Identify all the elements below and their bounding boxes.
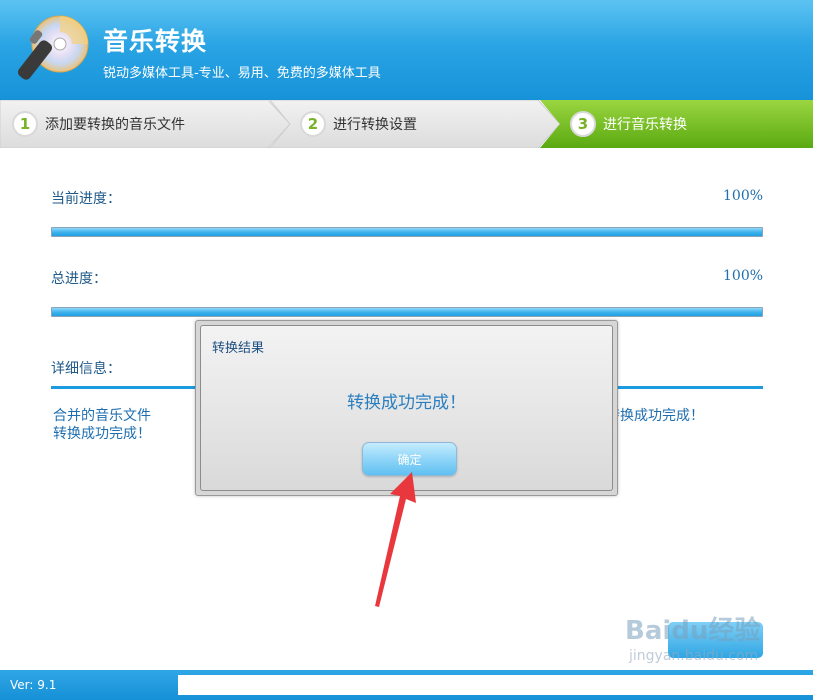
step-1-label: 添加要转换的音乐文件 xyxy=(45,117,185,133)
step-3-active: 3 进行音乐转换 xyxy=(540,100,813,148)
dialog-title: 转换结果 xyxy=(212,341,265,356)
step-1-number: 1 xyxy=(12,111,38,137)
step-2-label: 进行转换设置 xyxy=(333,117,417,133)
app-title: 音乐转换 xyxy=(103,27,208,56)
details-log-right: 转换成功完成！ xyxy=(606,408,704,424)
step-3-label: 进行音乐转换 xyxy=(603,117,687,133)
dialog-message: 转换成功完成！ xyxy=(347,393,466,413)
current-progress-label: 当前进度： xyxy=(51,191,121,207)
step-3-number: 3 xyxy=(570,111,596,137)
dialog-body: 转换结果 转换成功完成！ 确定 xyxy=(200,325,613,491)
step-2-number: 2 xyxy=(300,111,326,137)
app-subtitle: 锐动多媒体工具-专业、易用、免费的多媒体工具 xyxy=(103,66,381,81)
current-progress-fill xyxy=(52,228,762,236)
total-progress-bar xyxy=(51,307,763,317)
step-2: 2 进行转换设置 xyxy=(270,100,560,148)
details-line-1: 合并的音乐文件 xyxy=(53,408,151,424)
app-window: 音乐转换 锐动多媒体工具-专业、易用、免费的多媒体工具 1 添加要转换的音乐文件… xyxy=(0,0,813,700)
step-1: 1 添加要转换的音乐文件 xyxy=(0,100,290,148)
status-field xyxy=(178,675,813,695)
steps-bar: 1 添加要转换的音乐文件 2 进行转换设置 3 进行音乐转换 xyxy=(0,100,813,148)
cd-logo-icon xyxy=(17,15,89,80)
total-progress-value: 100% xyxy=(723,268,764,284)
header: 音乐转换 锐动多媒体工具-专业、易用、免费的多媒体工具 xyxy=(0,0,813,100)
watermark-text: Baidu经验 xyxy=(625,616,761,646)
current-progress-value: 100% xyxy=(723,188,764,204)
watermark-url: jingyan.baidu.com xyxy=(629,648,759,664)
version-label: Ver: 9.1 xyxy=(10,678,57,692)
status-bar: Ver: 9.1 xyxy=(0,670,813,700)
details-line-2: 转换成功完成！ xyxy=(53,426,151,442)
baidu-watermark: Baidu经验 jingyan.baidu.com xyxy=(625,610,785,670)
details-log-left[interactable]: 合并的音乐文件 转换成功完成！ xyxy=(53,407,151,443)
red-arrow-annotation xyxy=(375,472,416,607)
total-progress-fill xyxy=(52,308,762,316)
total-progress-label: 总进度： xyxy=(51,271,107,287)
details-label: 详细信息： xyxy=(51,361,121,377)
current-progress-bar xyxy=(51,227,763,237)
